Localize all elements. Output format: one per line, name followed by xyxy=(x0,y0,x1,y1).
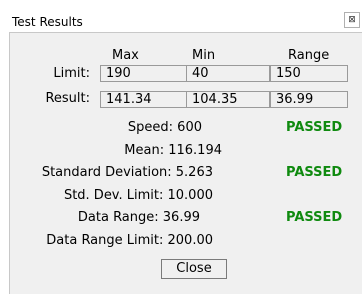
column-header-max: Max xyxy=(112,48,139,63)
result-max-field: 141.34 xyxy=(100,91,187,108)
std-dev-limit-stat: Std. Dev. Limit: 10.000 xyxy=(63,188,213,203)
limit-min-field: 40 xyxy=(186,65,270,82)
window-title: Test Results xyxy=(12,15,83,29)
std-dev-stat: Standard Deviation: 5.263 xyxy=(41,165,213,180)
data-range-status-badge: PASSED xyxy=(286,210,343,225)
speed-stat: Speed: 600 xyxy=(127,120,202,135)
close-button[interactable]: Close xyxy=(161,259,227,279)
result-range-field: 36.99 xyxy=(270,91,348,108)
column-header-range: Range xyxy=(288,48,330,63)
close-icon[interactable]: ⊠ xyxy=(344,12,360,28)
mean-stat: Mean: 116.194 xyxy=(124,143,222,158)
data-range-limit-stat: Data Range Limit: 200.00 xyxy=(46,233,213,248)
speed-status-badge: PASSED xyxy=(286,120,343,135)
column-header-min: Min xyxy=(192,48,216,63)
limit-max-field: 190 xyxy=(100,65,187,82)
results-panel: Max Min Range Limit: 190 40 150 Result: … xyxy=(9,32,362,294)
data-range-stat: Data Range: 36.99 xyxy=(77,210,200,225)
limit-range-field: 150 xyxy=(270,65,348,82)
close-button-label: Close xyxy=(176,261,212,276)
std-dev-status-badge: PASSED xyxy=(286,165,343,180)
result-label: Result: xyxy=(45,91,90,106)
limit-label: Limit: xyxy=(53,66,90,81)
result-min-field: 104.35 xyxy=(186,91,270,108)
